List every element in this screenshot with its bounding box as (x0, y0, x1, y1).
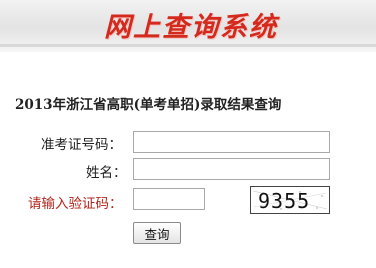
banner-divider (0, 44, 376, 47)
page-title: 2013年浙江省高职(单考单招)录取结果查询 (15, 97, 282, 113)
captcha-graphic: 9355 (252, 189, 328, 213)
captcha-input[interactable] (133, 188, 205, 210)
name-input[interactable] (133, 158, 330, 180)
captcha-code: 9355 (258, 189, 310, 213)
header-banner: 网上查询系统 (0, 0, 376, 52)
exam-number-label: 准考证号码： (41, 137, 122, 153)
exam-number-input[interactable] (133, 131, 330, 153)
captcha-label: 请输入验证码： (28, 196, 123, 212)
captcha-image[interactable]: 9355 (250, 186, 330, 214)
name-label: 姓名： (86, 165, 127, 181)
query-button[interactable]: 查询 (133, 222, 181, 244)
banner-title: 网上查询系统 (104, 12, 278, 43)
